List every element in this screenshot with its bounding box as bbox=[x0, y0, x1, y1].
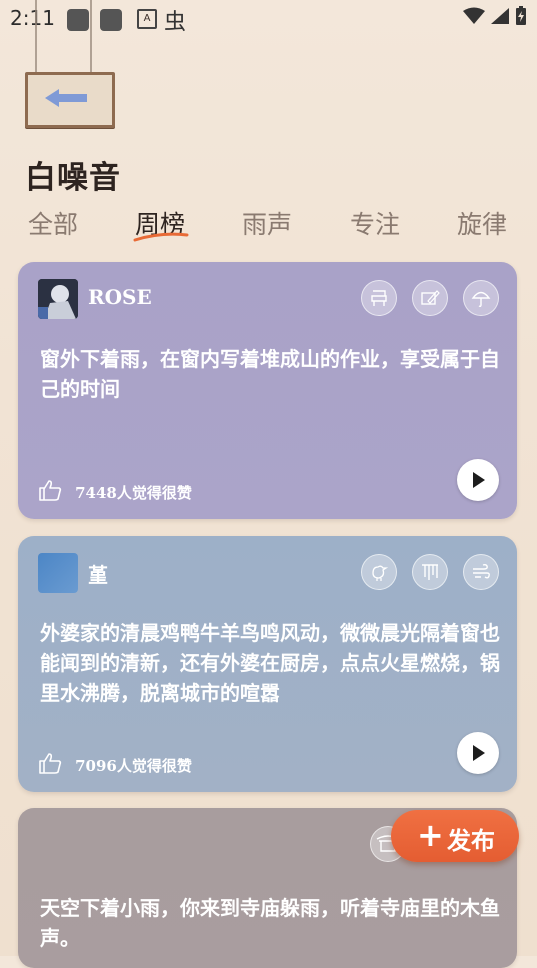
plus-icon: + bbox=[417, 816, 444, 854]
tab-focus[interactable]: 专注 bbox=[350, 205, 400, 241]
post-card[interactable]: ROSE 窗外下着雨，在窗内写着堆成山的作业，享受属于自己的时间 7448人觉得… bbox=[18, 262, 517, 519]
chair-icon bbox=[360, 280, 397, 316]
play-button[interactable] bbox=[457, 459, 499, 501]
back-button[interactable] bbox=[25, 72, 115, 128]
sign-ropes bbox=[35, 0, 92, 76]
avatar[interactable] bbox=[38, 553, 78, 593]
tag-icons bbox=[351, 280, 499, 316]
username: 堇 bbox=[88, 563, 108, 587]
publish-button[interactable]: + 发布 bbox=[391, 810, 519, 862]
play-button[interactable] bbox=[457, 732, 499, 774]
tab-rain[interactable]: 雨声 bbox=[242, 205, 292, 241]
like-button[interactable]: 7448人觉得很赞 bbox=[38, 479, 192, 505]
avatar[interactable] bbox=[38, 279, 78, 319]
post-card[interactable]: 堇 外婆家的清晨鸡鸭牛羊鸟鸣风动，微微晨光隔着窗也能闻到的清新，还有外婆在厨房，… bbox=[18, 536, 517, 792]
tab-bar: 全部 周榜 雨声 专注 旋律 bbox=[0, 205, 537, 255]
post-text: 窗外下着雨，在窗内写着堆成山的作业，享受属于自己的时间 bbox=[40, 347, 500, 401]
like-count: 7448人觉得很赞 bbox=[75, 483, 192, 502]
page-title: 白噪音 bbox=[25, 160, 121, 196]
arrow-left-icon bbox=[45, 89, 87, 107]
username: ROSE bbox=[88, 285, 152, 309]
like-button[interactable]: 7096人觉得很赞 bbox=[38, 752, 192, 778]
wind-icon bbox=[463, 554, 499, 590]
play-icon bbox=[473, 745, 485, 761]
play-icon bbox=[473, 472, 485, 488]
system-icons bbox=[462, 6, 527, 30]
signal-icon bbox=[490, 7, 510, 29]
tag-icons bbox=[351, 554, 499, 590]
debug-bug-icon: 虫 bbox=[164, 10, 187, 35]
tab-all[interactable]: 全部 bbox=[28, 205, 78, 241]
tab-melody[interactable]: 旋律 bbox=[457, 205, 507, 241]
notification-icon bbox=[100, 9, 122, 31]
umbrella-icon bbox=[463, 280, 499, 316]
wifi-icon bbox=[462, 7, 485, 29]
battery-icon bbox=[515, 6, 527, 30]
like-count: 7096人觉得很赞 bbox=[75, 756, 192, 775]
publish-label: 发布 bbox=[447, 826, 495, 855]
wind-chime-icon bbox=[411, 554, 448, 590]
pencil-paper-icon bbox=[411, 280, 448, 316]
thumbs-up-icon bbox=[38, 479, 62, 505]
post-text: 天空下着小雨，你来到寺庙躲雨，听着寺庙里的木鱼声。 bbox=[40, 896, 500, 950]
keyboard-a-icon: A bbox=[137, 9, 157, 29]
active-tab-underline bbox=[133, 232, 189, 242]
post-text: 外婆家的清晨鸡鸭牛羊鸟鸣风动，微微晨光隔着窗也能闻到的清新，还有外婆在厨房，点点… bbox=[40, 621, 500, 705]
chicken-icon bbox=[360, 554, 397, 590]
thumbs-up-icon bbox=[38, 752, 62, 778]
